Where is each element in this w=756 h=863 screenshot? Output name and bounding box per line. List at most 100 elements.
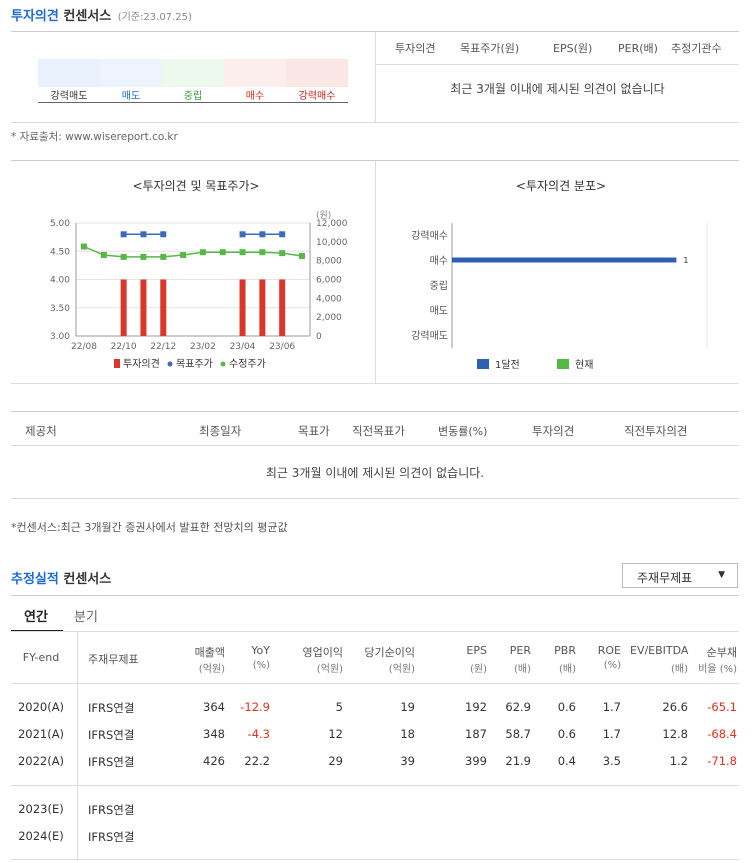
y-left-tick: 4.50 xyxy=(50,247,70,257)
legend-adjusted-swatch xyxy=(220,361,226,367)
table-cell: 62.9 xyxy=(505,700,531,714)
x-tick: 23/04 xyxy=(230,342,256,352)
adjusted-price-point xyxy=(279,250,286,257)
table-cell: 12 xyxy=(328,727,343,741)
table-cell: 0.6 xyxy=(557,700,576,714)
y-right-tick: 6,000 xyxy=(316,276,342,286)
table-cell: 348 xyxy=(203,727,225,741)
opinion-bar xyxy=(160,279,167,336)
x-tick: 23/06 xyxy=(269,342,295,352)
y-right-tick: 4,000 xyxy=(316,294,342,304)
table-cell: 364 xyxy=(203,700,225,714)
dist-category-label: 중립 xyxy=(430,279,448,292)
consensus-date: (기준:23.07.25) xyxy=(117,12,192,23)
col-change-rate: 변동률(%) xyxy=(438,425,488,438)
y-left-tick: 5.00 xyxy=(50,219,70,229)
fy-end-cell: 2024(E) xyxy=(18,829,64,843)
est-col-header: YoY xyxy=(251,644,270,657)
chevron-down-icon: ▼ xyxy=(718,570,725,580)
dist-category-label: 매수 xyxy=(430,255,448,267)
x-tick: 22/10 xyxy=(111,342,137,352)
tab-quarterly[interactable]: 분기 xyxy=(74,606,98,625)
scale-neutral: 중립 xyxy=(183,91,203,102)
fy-end-cell: 2021(A) xyxy=(17,727,65,741)
chart-left-title: <투자의견 및 목표주가> xyxy=(132,179,259,193)
target-price-point xyxy=(120,231,127,238)
x-tick: 22/12 xyxy=(150,342,176,352)
dist-data-label: 1 xyxy=(683,256,688,265)
table-cell: 58.7 xyxy=(505,727,531,741)
est-col-header: EV/EBITDA xyxy=(630,644,689,657)
table-cell: 1.7 xyxy=(602,727,621,741)
est-col-header: PER xyxy=(509,644,531,657)
col-target-price: 목표주가(원) xyxy=(460,42,520,55)
adjusted-price-point xyxy=(180,252,187,259)
adjusted-price-point xyxy=(140,253,147,260)
est-col-unit: (배) xyxy=(513,664,531,675)
est-col-header: FY-end xyxy=(22,651,60,664)
target-price-point xyxy=(279,231,286,238)
est-col-unit: (억원) xyxy=(198,664,225,675)
est-col-unit: (%) xyxy=(603,660,621,671)
adjusted-price-point xyxy=(259,249,266,256)
est-col-unit: (원) xyxy=(469,664,487,675)
est-col-unit: (%) xyxy=(252,660,270,671)
legend-opinion: 투자의견 xyxy=(123,358,160,370)
table-cell: IFRS연결 xyxy=(88,803,135,817)
scale-strong-sell: 강력매도 xyxy=(50,91,88,102)
consensus-empty-message: 최근 3개월 이내에 제시된 의견이 없습니다 xyxy=(450,82,665,96)
target-price-point xyxy=(160,231,167,238)
est-col-unit: (억원) xyxy=(388,664,415,675)
est-col-header: 당기순이익 xyxy=(364,646,415,659)
adjusted-price-point xyxy=(120,253,127,260)
table-cell: 26.6 xyxy=(662,700,688,714)
col-per: PER(배) xyxy=(618,42,658,55)
opinion-bar xyxy=(259,279,266,336)
tab-annual[interactable]: 연간 xyxy=(24,606,48,625)
table-cell: -68.4 xyxy=(707,727,737,741)
est-col-header: ROE xyxy=(597,644,621,657)
table-cell: 192 xyxy=(465,700,487,714)
chart-right-title: <투자의견 분포> xyxy=(516,179,606,193)
legend-target-swatch xyxy=(167,361,173,367)
col-provider: 제공처 xyxy=(25,424,57,438)
table-cell: IFRS연결 xyxy=(88,830,135,844)
col-provider-opinion: 투자의견 xyxy=(532,424,575,438)
est-col-unit: (배) xyxy=(558,664,576,675)
scale-strong-buy: 강력매수 xyxy=(298,91,336,102)
x-tick: 22/08 xyxy=(71,342,97,352)
table-cell: IFRS연결 xyxy=(88,701,135,715)
table-cell: 29 xyxy=(328,754,343,768)
fy-end-cell: 2020(A) xyxy=(17,700,65,714)
target-price-point xyxy=(239,231,246,238)
col-institutions: 추정기관수 xyxy=(671,42,722,55)
adjusted-price-point xyxy=(100,252,107,259)
y-right-tick: 8,000 xyxy=(316,257,342,267)
y-left-tick: 3.50 xyxy=(50,304,70,314)
y-right-tick: 12,000 xyxy=(316,219,348,229)
x-tick: 23/02 xyxy=(190,342,216,352)
est-col-header: EPS xyxy=(466,644,487,657)
legend-current-swatch xyxy=(557,359,569,369)
legend-target: 목표주가 xyxy=(176,358,213,370)
opinion-bar xyxy=(239,279,246,336)
provider-empty-message: 최근 3개월 이내에 제시된 의견이 없습니다. xyxy=(265,466,485,480)
y-right-tick: 0 xyxy=(316,332,322,342)
scale-buy: 매수 xyxy=(245,91,265,102)
statement-select[interactable]: 주재무제표 ▼ xyxy=(622,563,738,588)
table-cell: 399 xyxy=(465,754,487,768)
target-price-chart: <투자의견 및 목표주가> (원) 5.004.504.003.503.0012… xyxy=(50,179,348,370)
table-cell: IFRS연결 xyxy=(88,755,135,769)
adjusted-price-point xyxy=(199,249,206,256)
opinion-bar xyxy=(279,279,286,336)
table-cell: 22.2 xyxy=(244,754,270,768)
table-cell: -71.8 xyxy=(707,754,737,768)
legend-adjusted: 수정주가 xyxy=(229,358,266,370)
table-cell: 21.9 xyxy=(505,754,531,768)
table-cell: 19 xyxy=(400,700,415,714)
est-col-header: 매출액 xyxy=(194,646,225,659)
col-last-date: 최종일자 xyxy=(199,424,242,438)
adjusted-price-point xyxy=(239,249,246,256)
y-left-tick: 3.00 xyxy=(50,332,70,342)
est-col-header: 주재무제표 xyxy=(88,653,139,666)
